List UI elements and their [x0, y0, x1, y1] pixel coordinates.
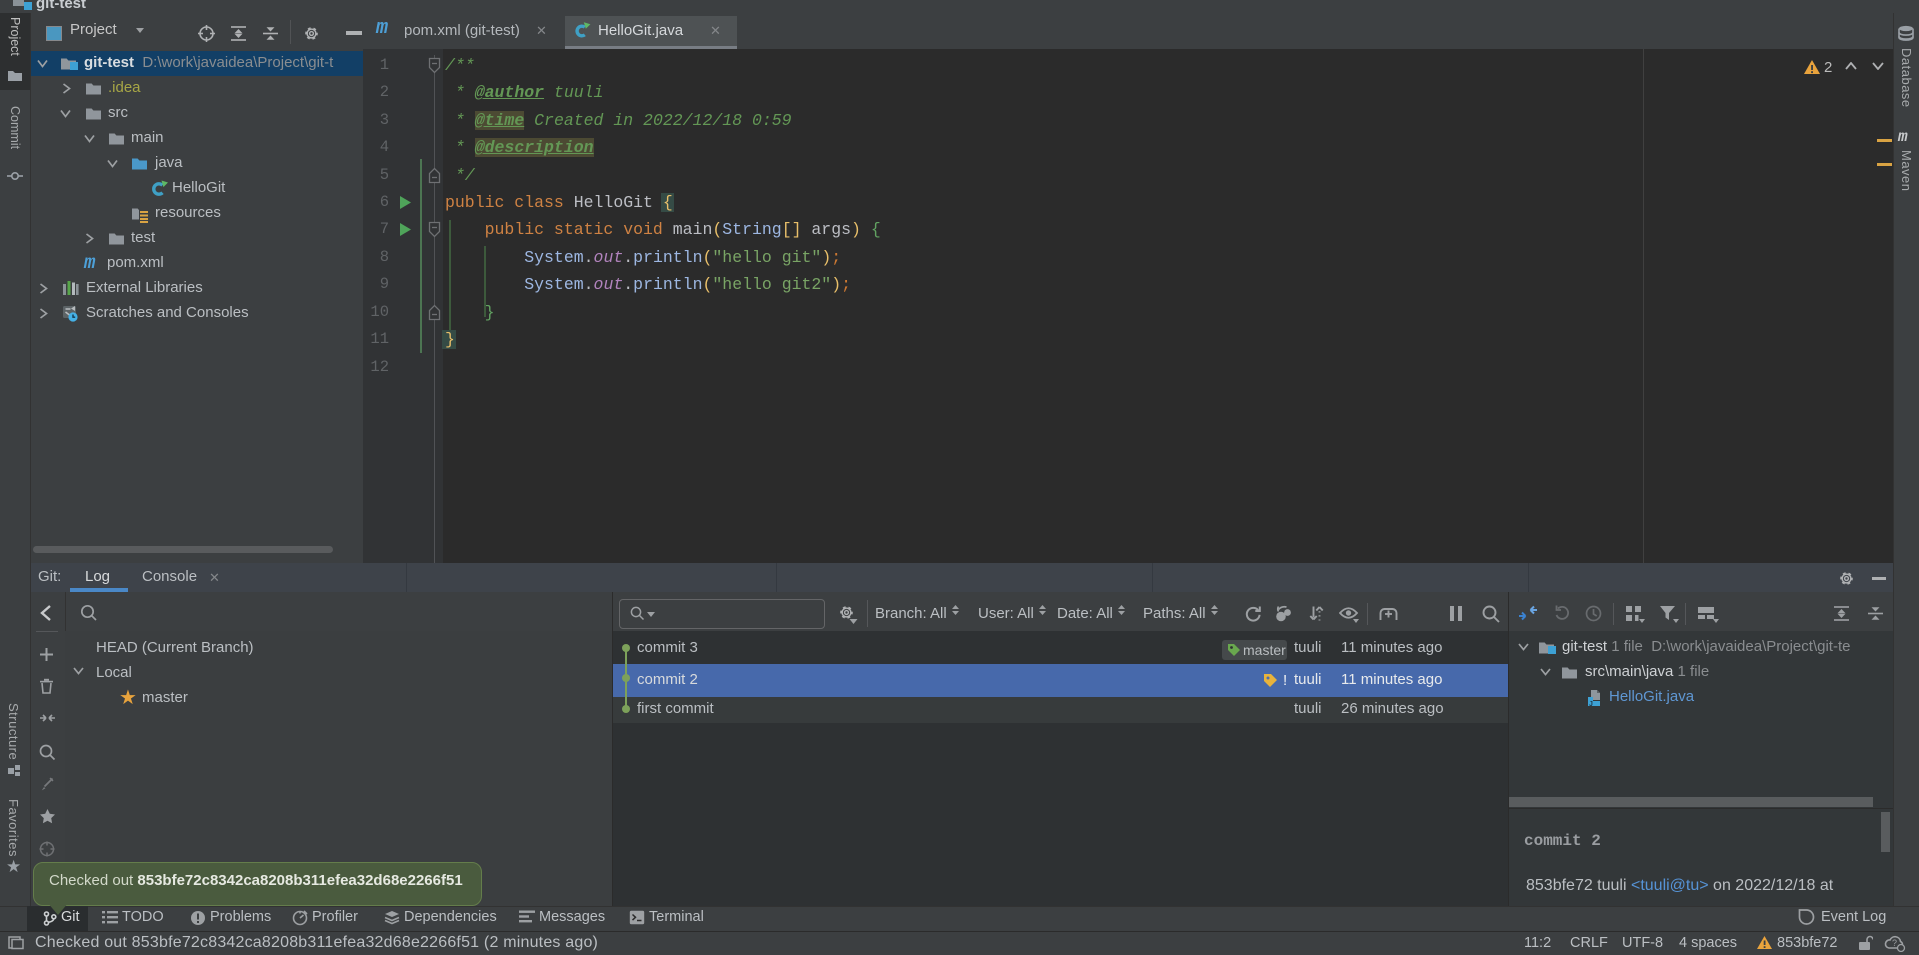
svg-text:?: ? — [1892, 938, 1897, 948]
svg-text:J: J — [1589, 701, 1593, 707]
